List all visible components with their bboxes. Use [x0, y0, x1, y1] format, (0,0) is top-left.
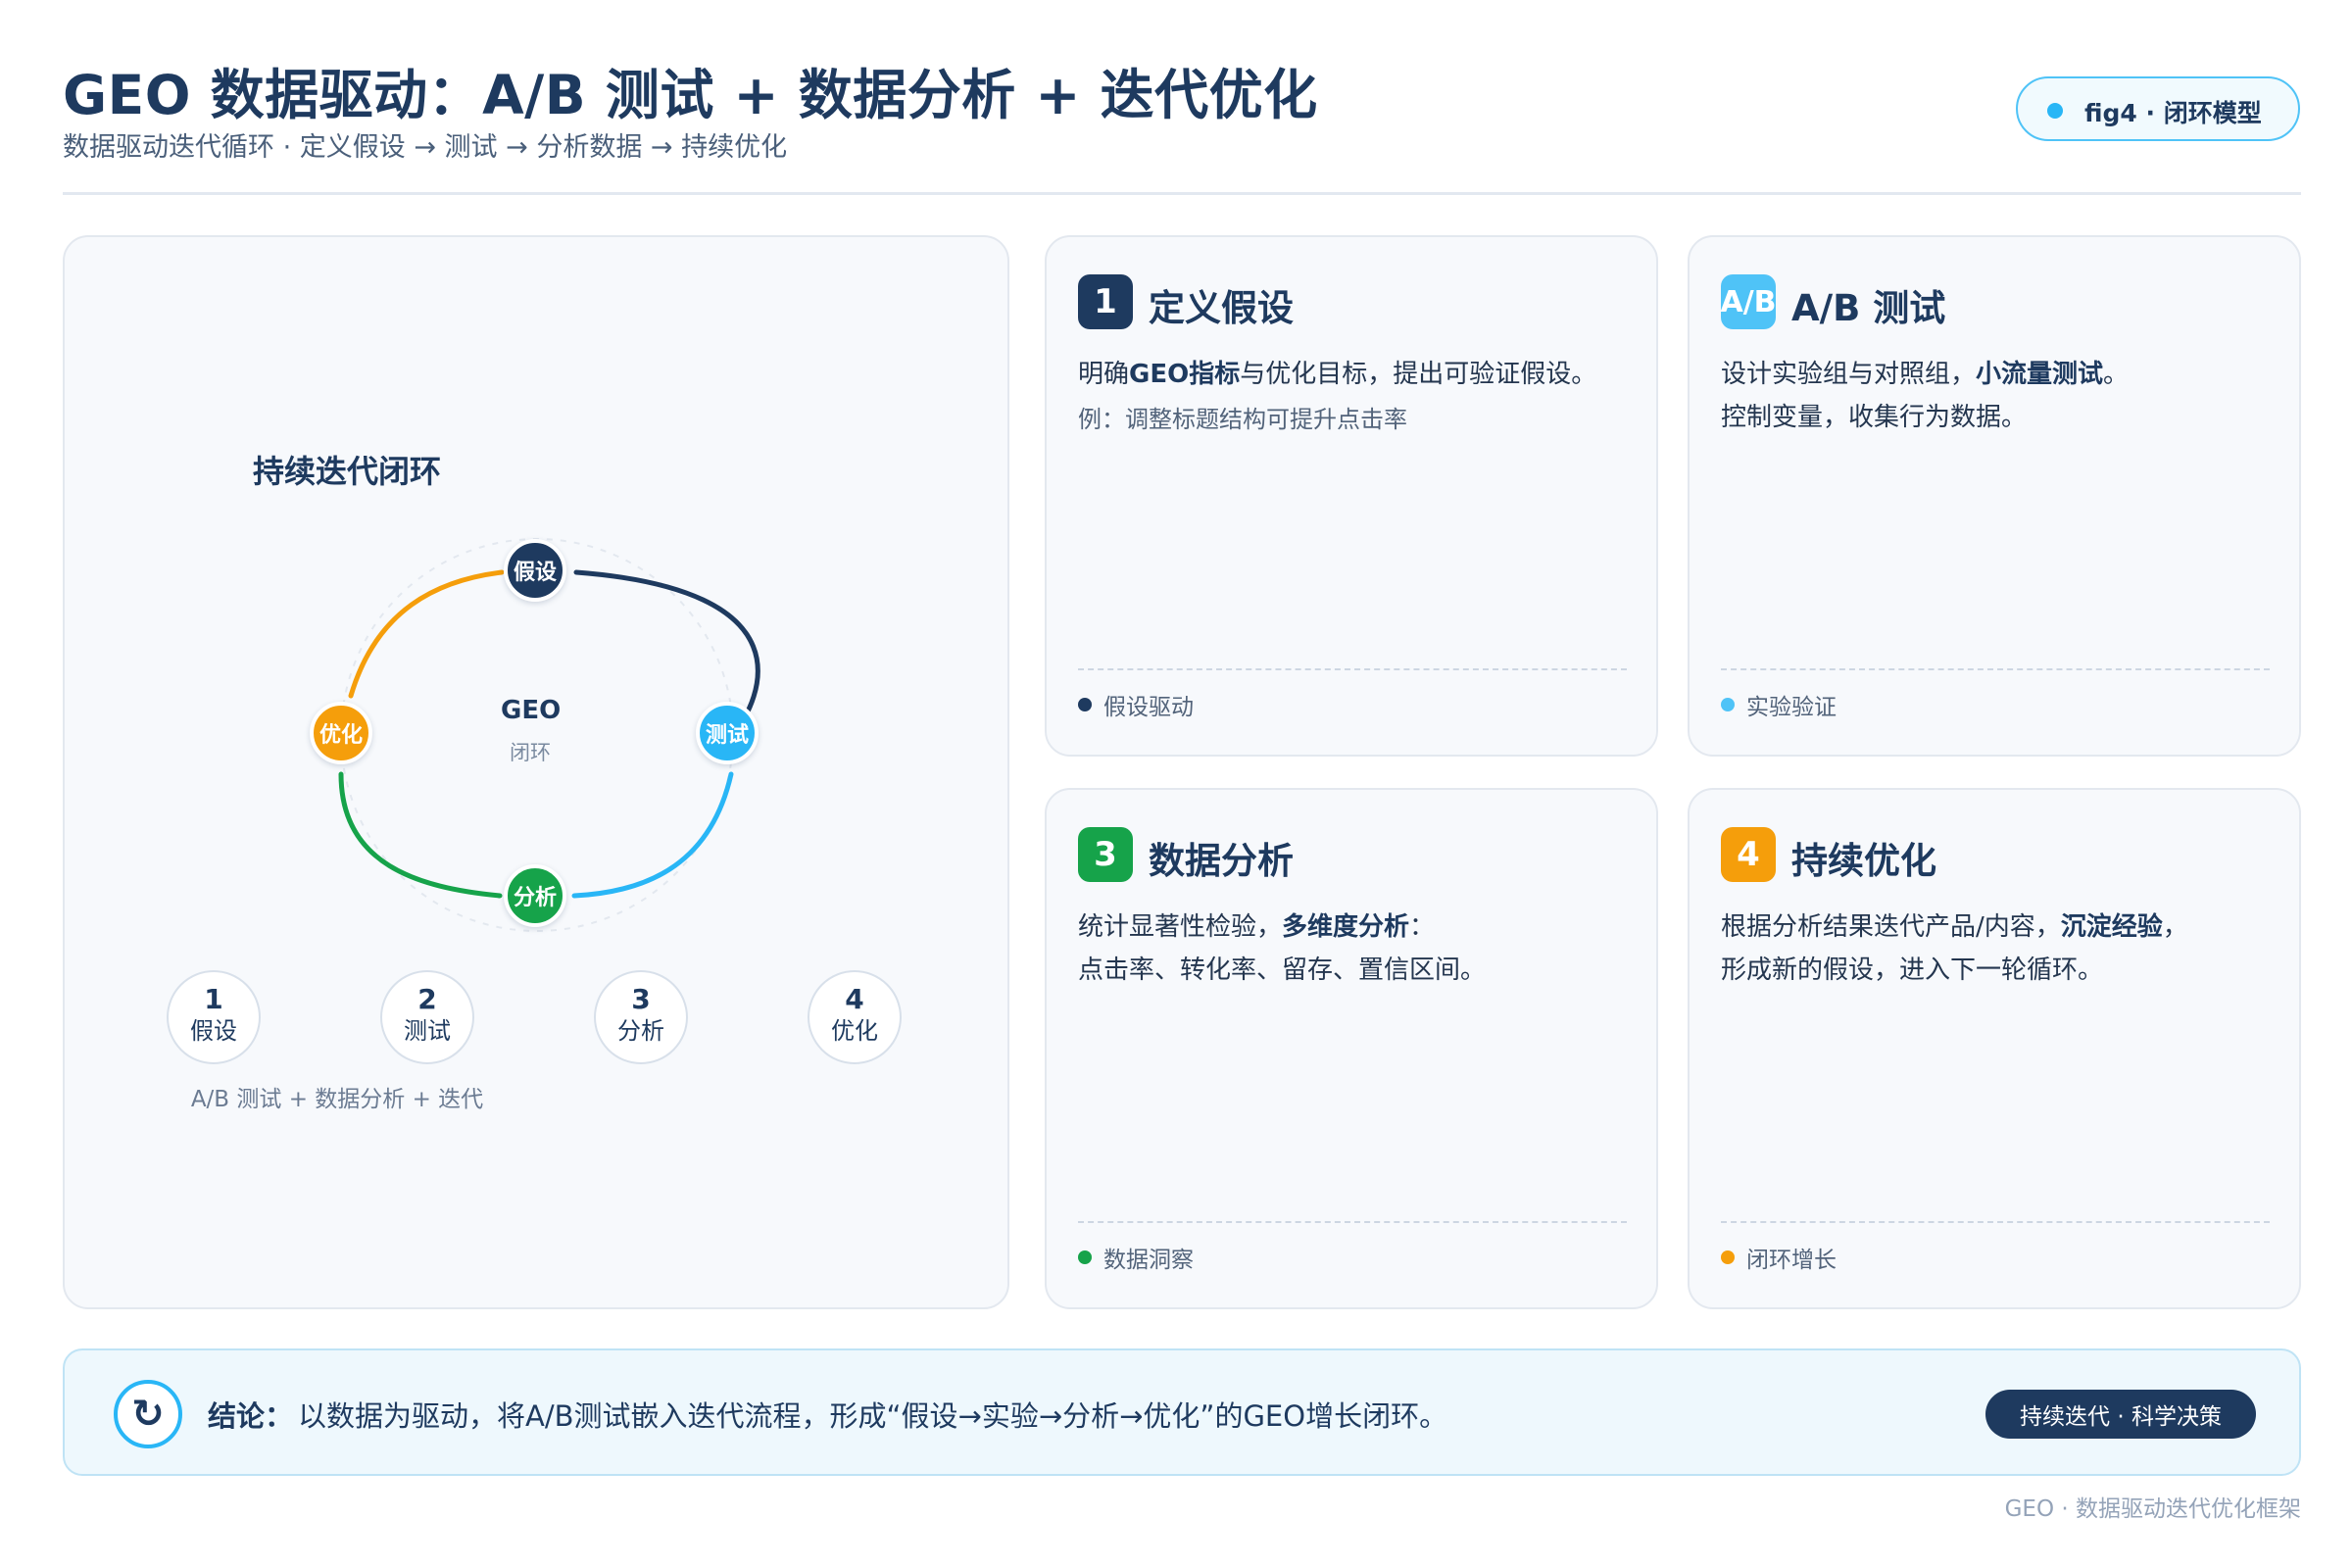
- page-footer: GEO · 数据驱动迭代优化框架: [2004, 1496, 2301, 1522]
- card-divider: [1078, 668, 1627, 670]
- step-label: 优化: [831, 1017, 878, 1045]
- card-title: 持续优化: [1791, 840, 1936, 882]
- step-label: 假设: [190, 1017, 237, 1045]
- page-subtitle: 数据驱动迭代循环 · 定义假设 → 测试 → 分析数据 → 持续优化: [63, 132, 788, 163]
- loop-title: 持续迭代闭环: [252, 453, 441, 490]
- step-number: 2: [417, 983, 437, 1015]
- step-number: 4: [845, 983, 864, 1015]
- card-title: 数据分析: [1149, 840, 1294, 882]
- step-label: 分析: [617, 1017, 664, 1045]
- card-footer-dot-icon: [1721, 1250, 1735, 1264]
- node-hypothesis: 假设: [504, 539, 566, 602]
- card-description: 统计显著性检验，多维度分析： 点击率、转化率、留存、置信区间。: [1078, 912, 1487, 985]
- card-footer-label: 数据洞察: [1103, 1248, 1194, 1273]
- card-footer-label: 假设驱动: [1103, 695, 1194, 720]
- node-analysis: 分析: [504, 864, 566, 927]
- conclusion-banner: ↻ 结论： 以数据为驱动，将A/B测试嵌入迭代流程，形成“假设→实验→分析→优化…: [63, 1348, 2301, 1476]
- badge-label: fig4 · 闭环模型: [2084, 99, 2262, 127]
- card-footer-label: 闭环增长: [1746, 1248, 1837, 1273]
- step-circle-2: 2 测试: [380, 970, 474, 1064]
- card-number-badge: A/B: [1721, 274, 1776, 329]
- conclusion-tag: 持续迭代 · 科学决策: [1985, 1390, 2256, 1439]
- card-description: 明确GEO指标与优化目标，提出可验证假设。: [1078, 360, 1597, 389]
- header-divider: [63, 192, 2301, 195]
- loop-center-subtitle: 闭环: [510, 741, 551, 764]
- card-number-badge: 1: [1078, 274, 1133, 329]
- card-title: A/B 测试: [1791, 287, 1946, 329]
- badge-dot-icon: [2047, 103, 2063, 119]
- card-description: 设计实验组与对照组，小流量测试。 控制变量，收集行为数据。: [1721, 360, 2130, 432]
- steps-caption: A/B 测试 + 数据分析 + 迭代: [190, 1087, 484, 1112]
- refresh-icon: ↻: [114, 1380, 182, 1448]
- arc-optimize-hypothesis: [348, 569, 505, 699]
- card-footer-label: 实验验证: [1746, 695, 1837, 720]
- card-divider: [1721, 1221, 2270, 1223]
- step-number: 1: [204, 983, 223, 1015]
- step-circle-3: 3 分析: [594, 970, 688, 1064]
- arc-test-analysis: [571, 771, 734, 899]
- card-divider: [1721, 668, 2270, 670]
- loop-diagram-card: 持续迭代闭环 GEO 闭环 假设 测试 分析 优化 1 假设 2 测试 3 分析…: [63, 235, 1009, 1309]
- arc-analysis-optimize: [338, 771, 503, 899]
- card-example: 例：调整标题结构可提升点击率: [1078, 406, 1407, 433]
- figure-badge: fig4 · 闭环模型: [2016, 76, 2300, 141]
- card-continuous-optimization: 4 持续优化 根据分析结果迭代产品/内容，沉淀经验， 形成新的假设，进入下一轮循环…: [1688, 788, 2301, 1309]
- card-number-badge: 3: [1078, 827, 1133, 882]
- step-label: 测试: [404, 1017, 451, 1045]
- conclusion-label: 结论：: [208, 1399, 294, 1433]
- card-footer-dot-icon: [1078, 698, 1092, 711]
- card-define-hypothesis: 1 定义假设 明确GEO指标与优化目标，提出可验证假设。 例：调整标题结构可提升…: [1045, 235, 1658, 757]
- loop-center-title: GEO: [501, 696, 562, 725]
- card-data-analysis: 3 数据分析 统计显著性检验，多维度分析： 点击率、转化率、留存、置信区间。 数据…: [1045, 788, 1658, 1309]
- step-number: 3: [631, 983, 651, 1015]
- card-footer-dot-icon: [1721, 698, 1735, 711]
- step-circle-1: 1 假设: [167, 970, 261, 1064]
- card-footer-dot-icon: [1078, 1250, 1092, 1264]
- node-test: 测试: [696, 702, 759, 764]
- page-title: GEO 数据驱动：A/B 测试 + 数据分析 + 迭代优化: [63, 64, 1318, 126]
- card-title: 定义假设: [1149, 287, 1294, 329]
- card-number-badge: 4: [1721, 827, 1776, 882]
- step-circle-4: 4 优化: [808, 970, 902, 1064]
- loop-diagram: [338, 538, 760, 932]
- card-description: 根据分析结果迭代产品/内容，沉淀经验， 形成新的假设，进入下一轮循环。: [1721, 912, 2188, 985]
- conclusion-text: 以数据为驱动，将A/B测试嵌入迭代流程，形成“假设→实验→分析→优化”的GEO增…: [298, 1399, 1448, 1433]
- node-optimize: 优化: [310, 702, 372, 764]
- card-ab-test: A/B A/B 测试 设计实验组与对照组，小流量测试。 控制变量，收集行为数据。 …: [1688, 235, 2301, 757]
- card-divider: [1078, 1221, 1627, 1223]
